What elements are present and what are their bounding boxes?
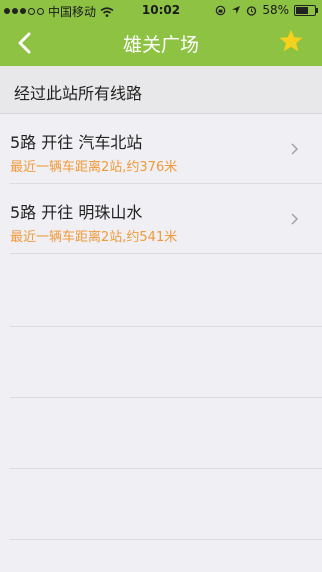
route-arrival-info: 最近一辆车距离2站,约541米 xyxy=(10,230,178,245)
status-bar: 中国移动 10:02 58% xyxy=(0,0,322,20)
page-title: 雄关广场 xyxy=(122,34,199,56)
route-row[interactable]: 5路 开往 明珠山水 最近一辆车距离2站,约541米 xyxy=(0,184,322,254)
status-right: 58% xyxy=(215,3,318,17)
rotation-lock-icon xyxy=(216,5,226,15)
header-bar: 中国移动 10:02 58% 雄关广场 xyxy=(0,0,322,66)
chevron-right-icon xyxy=(291,213,299,225)
empty-row-divider xyxy=(10,397,322,398)
alarm-icon xyxy=(247,5,257,16)
chevron-right-icon xyxy=(291,143,299,155)
row-divider xyxy=(10,253,322,254)
section-title: 经过此站所有线路 xyxy=(14,84,143,103)
location-icon xyxy=(232,6,241,14)
route-line-label: 5路 开往 明珠山水 xyxy=(10,203,143,222)
battery-percent: 58% xyxy=(262,3,289,17)
favorite-star-icon[interactable] xyxy=(278,28,304,54)
empty-row-divider xyxy=(10,468,322,469)
route-list: 5路 开往 汽车北站 最近一辆车距离2站,约376米 5路 开往 明珠山水 最近… xyxy=(0,114,322,254)
section-header: 经过此站所有线路 xyxy=(0,66,322,114)
empty-row-divider xyxy=(10,539,322,540)
route-line-label: 5路 开往 汽车北站 xyxy=(10,133,143,152)
route-arrival-info: 最近一辆车距离2站,约376米 xyxy=(10,160,178,175)
route-row[interactable]: 5路 开往 汽车北站 最近一辆车距离2站,约376米 xyxy=(0,114,322,184)
battery-icon xyxy=(294,4,318,16)
empty-row-divider xyxy=(10,326,322,327)
nav-bar: 雄关广场 xyxy=(0,20,322,66)
